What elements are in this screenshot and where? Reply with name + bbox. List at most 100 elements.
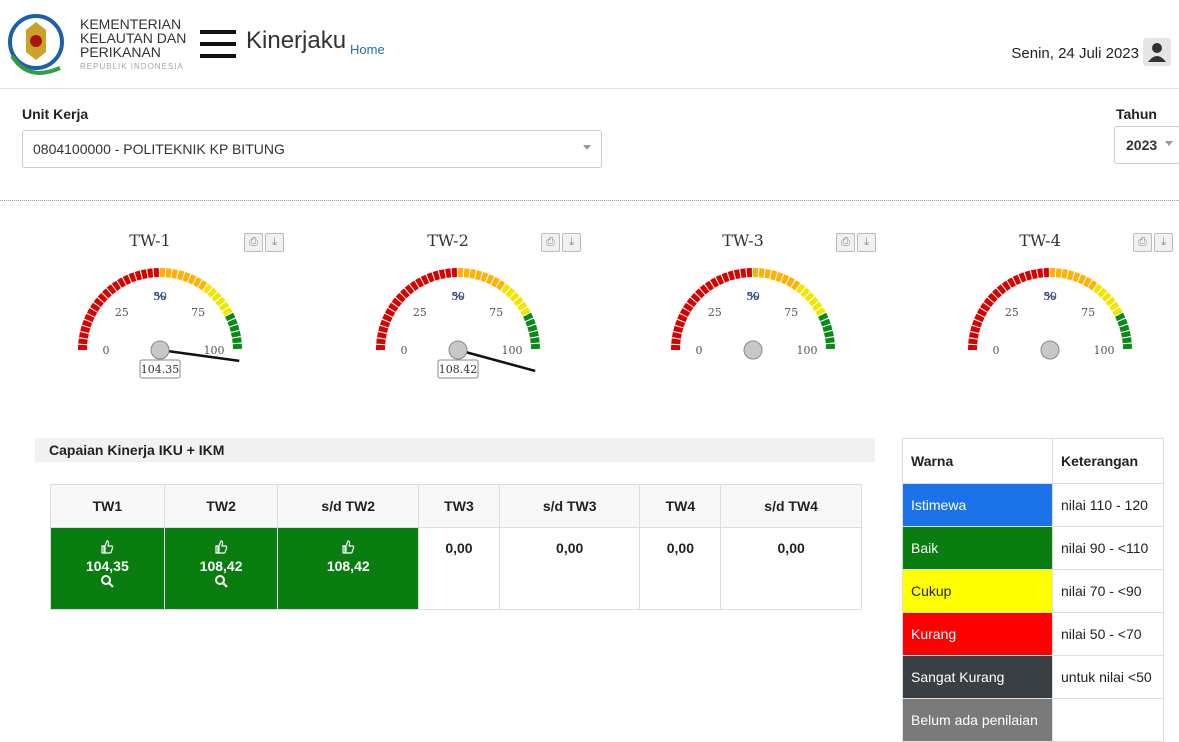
- cell-tw4: 0,00: [639, 527, 722, 610]
- col-header-sd-tw3: s/d TW3: [498, 484, 641, 528]
- col-header-tw4: TW4: [639, 484, 722, 528]
- gauge-actions: ⎙ ⤓: [1133, 232, 1175, 252]
- legend-color-label: Belum ada penilaian: [902, 698, 1053, 742]
- legend-row: Cukup nilai 70 - <90: [902, 569, 1164, 613]
- legend-row: Istimewa nilai 110 - 120: [902, 483, 1164, 527]
- gauge-tick-label: 0: [993, 344, 1000, 357]
- gauge-unit-label: %: [154, 290, 165, 303]
- gauge-band-segment: [232, 343, 242, 349]
- gauge-band-segment: [160, 268, 166, 278]
- search-icon[interactable]: [52, 574, 163, 590]
- gauge-band-segment: [469, 269, 477, 279]
- gauge-band-segment: [1122, 343, 1132, 349]
- gauge-needle-hub: [743, 340, 763, 360]
- gauge-band-segment: [1030, 269, 1038, 280]
- gauge-band-segment: [823, 330, 834, 338]
- gauge-band-segment: [78, 344, 88, 350]
- tahun-label: Tahun: [1116, 106, 1157, 122]
- ministry-line3: PERIKANAN: [80, 44, 161, 60]
- gauge-band-segment: [377, 331, 387, 339]
- print-icon[interactable]: ⎙: [836, 233, 855, 252]
- ministry-name: KEMENTERIAN KELAUTAN DAN PERIKANAN REPUB…: [80, 17, 186, 75]
- legend-color-label: Istimewa: [902, 483, 1053, 527]
- gauge-band-segment: [458, 268, 464, 278]
- divider: [0, 200, 1179, 201]
- search-icon[interactable]: [166, 574, 277, 590]
- gauge-band-segment: [171, 269, 179, 279]
- download-icon[interactable]: ⤓: [1154, 233, 1173, 252]
- section-header: Capaian Kinerja IKU + IKM: [35, 438, 875, 462]
- thumbs-up-icon: [279, 540, 417, 556]
- cell-sd-tw2: 108,42: [277, 527, 420, 610]
- col-header-tw2: TW2: [163, 484, 279, 528]
- hamburger-menu-icon[interactable]: [200, 30, 236, 58]
- legend-col-keterangan: Keterangan: [1052, 438, 1164, 484]
- gauge-band-segment: [1050, 268, 1056, 278]
- gauge-band-segment: [1037, 268, 1044, 278]
- download-icon[interactable]: ⤓: [857, 233, 876, 252]
- cell-sd-tw3: 0,00: [498, 527, 641, 610]
- col-header-tw3: TW3: [418, 484, 500, 528]
- cell-tw3: 0,00: [418, 527, 500, 610]
- gauge-band-segment: [671, 344, 681, 350]
- gauge-tick-label: 100: [1094, 344, 1115, 357]
- print-icon[interactable]: ⎙: [1133, 233, 1152, 252]
- tahun-value: 2023: [1126, 137, 1158, 153]
- gauge-band-segment: [969, 331, 979, 339]
- print-icon[interactable]: ⎙: [541, 233, 560, 252]
- color-legend-table: Warna Keterangan Istimewa nilai 110 - 120…: [902, 438, 1164, 742]
- thumbs-up-icon: [52, 540, 163, 556]
- legend-description: untuk nilai <50: [1052, 655, 1164, 699]
- gauge-band-segment: [78, 338, 88, 345]
- gauge-band-segment: [733, 269, 741, 280]
- ministry-logo: [8, 14, 64, 75]
- tahun-select[interactable]: 2023: [1114, 126, 1179, 164]
- chevron-down-icon: [583, 145, 591, 150]
- gauge-tick-label: 0: [103, 344, 110, 357]
- legend-color-label: Cukup: [902, 569, 1053, 613]
- unit-kerja-select[interactable]: 0804100000 - POLITEKNIK KP BITUNG: [22, 130, 602, 168]
- gauge-band-segment: [672, 331, 682, 339]
- gauge-value-label: 104.35: [141, 363, 180, 376]
- gauge-tick-label: 100: [797, 344, 818, 357]
- gauge-unit-label: %: [747, 290, 758, 303]
- thumbs-up-icon: [166, 540, 277, 556]
- legend-col-warna: Warna: [902, 438, 1053, 484]
- legend-row: Sangat Kurang untuk nilai <50: [902, 655, 1164, 699]
- gauge-tick-label: 0: [696, 344, 703, 357]
- legend-row: Baik nilai 90 - <110: [902, 526, 1164, 570]
- user-menu-button[interactable]: [1143, 38, 1171, 66]
- legend-description: nilai 50 - <70: [1052, 612, 1164, 656]
- value-tw2: 108,42: [199, 558, 243, 574]
- legend-color-label: Sangat Kurang: [902, 655, 1053, 699]
- gauge-band-segment: [147, 268, 154, 278]
- gauge-band-segment: [671, 338, 681, 345]
- cell-tw2: 108,42: [163, 527, 279, 610]
- legend-description: [1052, 698, 1164, 742]
- gauge-tick-label: 25: [413, 306, 427, 319]
- cell-tw1: 104,35: [50, 527, 165, 610]
- unit-kerja-value: 0804100000 - POLITEKNIK KP BITUNG: [33, 141, 285, 157]
- gauge-band-segment: [968, 338, 978, 345]
- gauge-band-segment: [530, 337, 540, 344]
- gauge-band-segment: [153, 268, 159, 278]
- app-title: Kinerjaku: [246, 27, 347, 54]
- gauge-tick-label: 0: [401, 344, 408, 357]
- gauge-band-segment: [1122, 337, 1132, 344]
- gauge-band-segment: [445, 268, 452, 278]
- gauge-band-segment: [376, 344, 386, 350]
- home-link[interactable]: Home: [350, 42, 385, 57]
- print-icon[interactable]: ⎙: [244, 233, 263, 252]
- gauge-tick-label: 25: [1005, 306, 1019, 319]
- gauge-band-segment: [230, 330, 241, 338]
- gauge-band-segment: [376, 338, 386, 345]
- gauge-value-label: 108.42: [439, 363, 478, 376]
- gauge-title: TW-4: [1019, 231, 1061, 250]
- value-tw1: 104,35: [85, 558, 129, 574]
- value-sd-tw2: 108,42: [326, 558, 370, 574]
- gauge-band-segment: [758, 268, 765, 278]
- download-icon[interactable]: ⤓: [265, 233, 284, 252]
- legend-row: Belum ada penilaian: [902, 698, 1164, 742]
- download-icon[interactable]: ⤓: [562, 233, 581, 252]
- gauge-band-segment: [753, 268, 759, 278]
